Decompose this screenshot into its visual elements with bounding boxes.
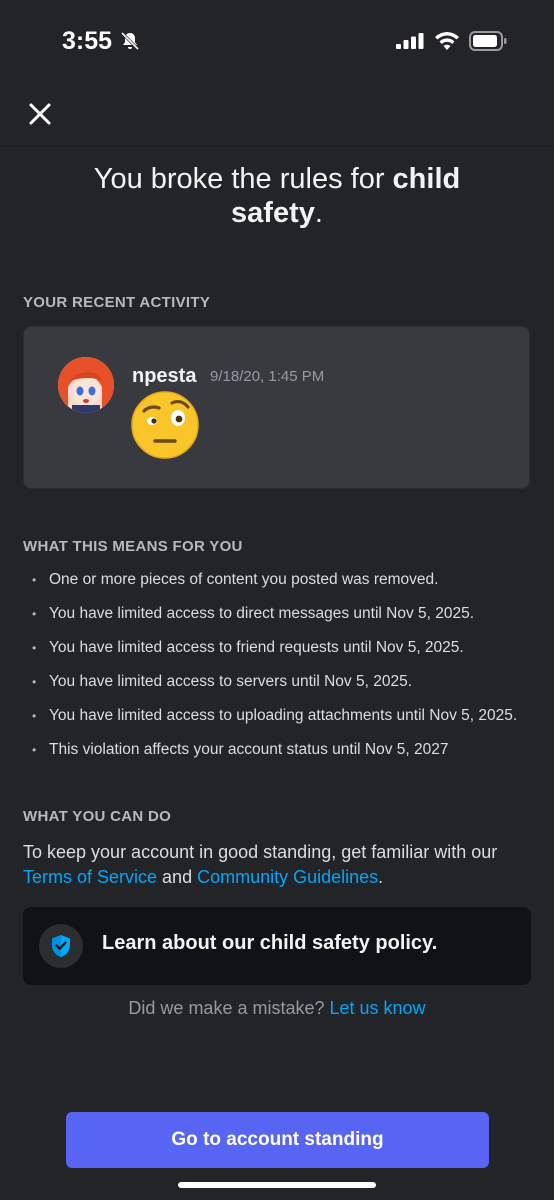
header-divider [0, 146, 554, 147]
mistake-prompt: Did we make a mistake? Let us know [0, 998, 554, 1019]
terms-of-service-link[interactable]: Terms of Service [23, 867, 157, 887]
message-timestamp: 9/18/20, 1:45 PM [210, 368, 325, 385]
shield-icon [52, 935, 70, 957]
close-icon[interactable] [22, 96, 58, 132]
child-safety-policy-button[interactable]: Learn about our child safety policy. [23, 907, 531, 985]
list-item: This violation affects your account stat… [23, 736, 543, 770]
activity-card: npesta 9/18/20, 1:45 PM [23, 326, 530, 489]
account-standing-button[interactable]: Go to account standing [66, 1112, 489, 1168]
battery-icon [469, 31, 507, 51]
shield-icon-wrap [39, 924, 83, 968]
policy-card-label: Learn about our child safety policy. [102, 932, 438, 954]
title-prefix: You broke the rules for [93, 163, 393, 195]
list-item: You have limited access to uploading att… [23, 702, 543, 736]
consequences-list: One or more pieces of content you posted… [23, 566, 543, 770]
status-time: 3:55 [62, 27, 113, 55]
page-title: You broke the rules for child safety. [60, 162, 494, 230]
title-suffix: . [314, 197, 323, 229]
list-item: You have limited access to direct messag… [23, 600, 543, 634]
list-item: You have limited access to friend reques… [23, 634, 543, 668]
guidance-intro: To keep your account in good standing, g… [23, 842, 498, 862]
consequences-label: WHAT THIS MEANS FOR YOU [23, 538, 243, 555]
guidance-end: . [378, 867, 384, 887]
guidance-text: To keep your account in good standing, g… [23, 840, 543, 890]
signal-icon [396, 33, 424, 49]
message-username[interactable]: npesta [132, 365, 196, 388]
mistake-text: Did we make a mistake? [128, 998, 330, 1018]
community-guidelines-link[interactable]: Community Guidelines [197, 867, 378, 887]
list-item: You have limited access to servers until… [23, 668, 543, 702]
bell-muted-icon [120, 31, 140, 51]
recent-activity-label: YOUR RECENT ACTIVITY [23, 294, 211, 311]
avatar[interactable] [58, 357, 114, 413]
status-bar: 3:55 [0, 0, 554, 84]
list-item: One or more pieces of content you posted… [23, 566, 543, 600]
actions-label: WHAT YOU CAN DO [23, 808, 172, 825]
avatar-image [58, 357, 114, 413]
home-indicator [178, 1182, 376, 1188]
raised-eyebrow-emoji-icon [131, 391, 199, 459]
wifi-icon [435, 32, 459, 50]
let-us-know-link[interactable]: Let us know [330, 998, 426, 1018]
guidance-and: and [157, 867, 198, 887]
